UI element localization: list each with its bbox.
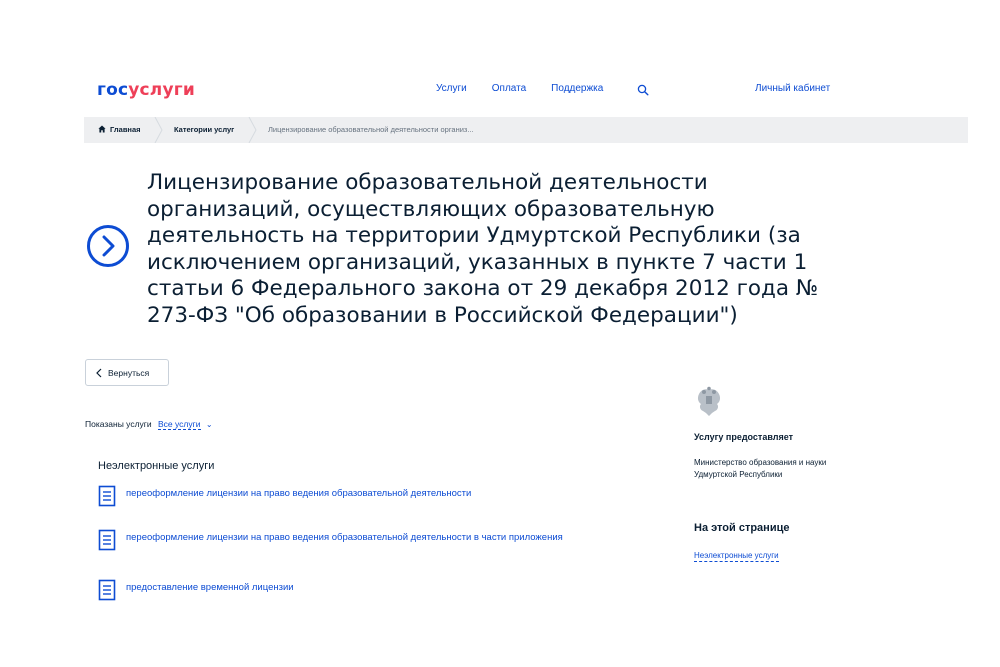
breadcrumb-home-label: Главная (110, 125, 141, 134)
on-page-link[interactable]: Неэлектронные услуги (694, 551, 779, 562)
back-button[interactable]: Вернуться (85, 359, 169, 386)
logo-part-uslugi: услуги (128, 80, 195, 100)
logo-part-gos: гос (97, 80, 129, 100)
filter-select[interactable]: Все услуги (158, 419, 201, 430)
search-icon[interactable] (637, 84, 649, 96)
gosuslugi-logo[interactable]: госуслуги (97, 80, 195, 100)
on-page-title: На этой странице (694, 522, 790, 534)
section-title-nonelectronic: Неэлектронные услуги (98, 460, 215, 472)
service-link[interactable]: переоформление лицензии на право ведения… (126, 485, 586, 507)
document-icon (98, 485, 116, 507)
breadcrumb-category[interactable]: Категории услуг (174, 117, 234, 143)
services-filter: Показаны услуги Все услуги ⌄ (85, 419, 213, 430)
chevron-down-icon[interactable]: ⌄ (206, 420, 213, 429)
back-button-label: Вернуться (108, 367, 150, 378)
filter-label: Показаны услуги (85, 419, 152, 429)
breadcrumb-separator (248, 117, 257, 143)
service-link[interactable]: переоформление лицензии на право ведения… (126, 529, 586, 551)
document-icon (98, 529, 116, 551)
page-title: Лицензирование образовательной деятельно… (147, 170, 819, 328)
main-nav: Услуги Оплата Поддержка (436, 83, 603, 94)
coat-of-arms-emblem (697, 386, 721, 416)
list-item: переоформление лицензии на право ведения… (98, 485, 598, 507)
list-item: предоставление временной лицензии (98, 579, 598, 601)
document-icon (98, 579, 116, 601)
nav-services[interactable]: Услуги (436, 83, 467, 94)
chevron-right-circle-icon[interactable] (86, 224, 130, 268)
breadcrumb-home[interactable]: Главная (98, 117, 141, 143)
chevron-left-icon (96, 368, 102, 377)
breadcrumb-separator (154, 117, 163, 143)
service-link[interactable]: предоставление временной лицензии (126, 579, 586, 601)
provider-name: Министерство образования и науки Удмуртс… (694, 458, 827, 479)
list-item: переоформление лицензии на право ведения… (98, 529, 598, 551)
breadcrumb: Главная Категории услуг Лицензирование о… (84, 117, 968, 143)
personal-account-link[interactable]: Личный кабинет (755, 83, 830, 94)
nav-payment[interactable]: Оплата (492, 83, 526, 94)
home-icon (98, 125, 106, 133)
nav-support[interactable]: Поддержка (551, 83, 603, 94)
provider-label: Услугу предоставляет (694, 432, 794, 442)
site-header: госуслуги Услуги Оплата Поддержка Личный… (0, 78, 1000, 104)
breadcrumb-current: Лицензирование образовательной деятельно… (268, 125, 474, 134)
